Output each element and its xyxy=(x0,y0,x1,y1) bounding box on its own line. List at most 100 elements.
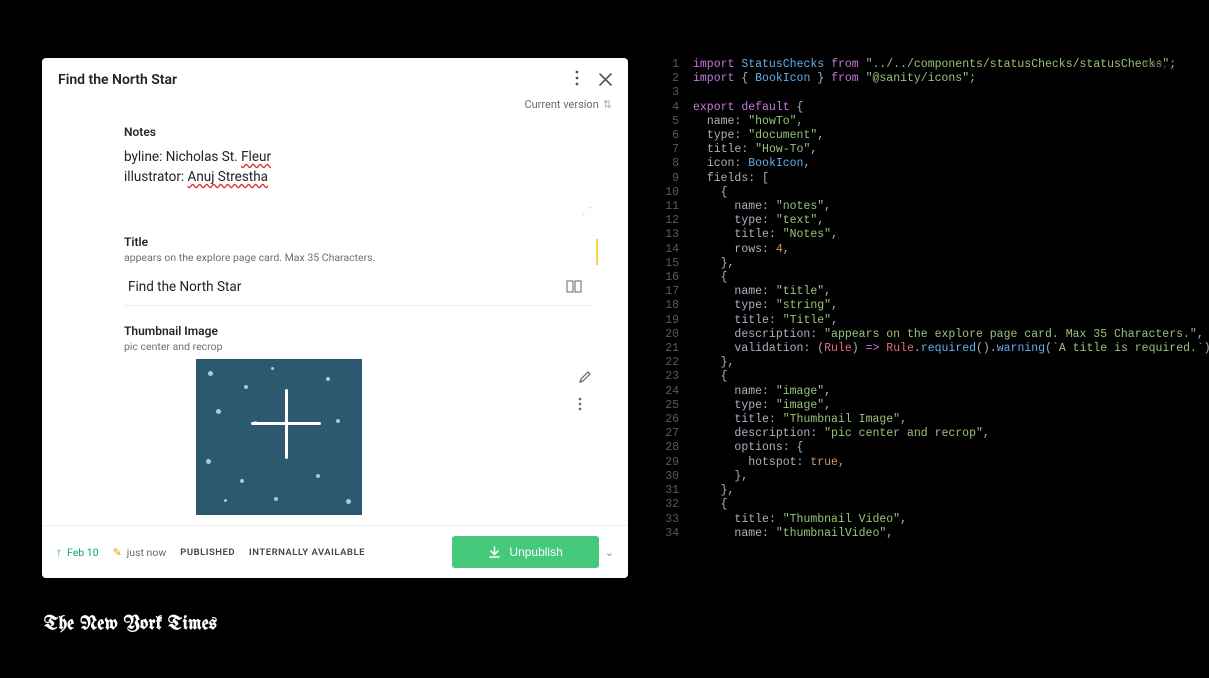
notes-textarea[interactable]: byline: Nicholas St. Fleur illustrator: … xyxy=(124,147,592,188)
close-icon[interactable] xyxy=(599,71,612,90)
line-number: 3 xyxy=(665,86,693,100)
field-label: Title xyxy=(124,235,592,249)
line-number: 6 xyxy=(665,129,693,143)
line-number: 22 xyxy=(665,356,693,370)
line-number: 19 xyxy=(665,314,693,328)
line-number: 32 xyxy=(665,498,693,512)
line-number: 28 xyxy=(665,441,693,455)
last-edited[interactable]: ✎ just now xyxy=(113,546,167,559)
line-number: 30 xyxy=(665,470,693,484)
code-line[interactable]: 34 name: "thumbnailVideo", xyxy=(665,527,1175,541)
line-number: 26 xyxy=(665,413,693,427)
code-line[interactable]: 19 title: "Title", xyxy=(665,314,1175,328)
resize-handle-icon[interactable]: ⋰ xyxy=(124,206,592,217)
thumbnail-preview[interactable] xyxy=(196,359,362,515)
version-selector[interactable]: Current version⇅ xyxy=(42,98,628,119)
line-number: 18 xyxy=(665,299,693,313)
more-menu-icon[interactable] xyxy=(575,70,579,90)
code-line[interactable]: 16 { xyxy=(665,271,1175,285)
document-title: Find the North Star xyxy=(58,72,575,88)
line-number: 2 xyxy=(665,72,693,86)
line-number: 14 xyxy=(665,243,693,257)
code-line[interactable]: 23 { xyxy=(665,370,1175,384)
sort-icon: ⇅ xyxy=(603,98,612,111)
code-line[interactable]: 22 }, xyxy=(665,356,1175,370)
git-blame: You, xyxy=(1143,58,1169,72)
line-number: 20 xyxy=(665,328,693,342)
book-icon[interactable] xyxy=(566,278,582,297)
line-number: 12 xyxy=(665,214,693,228)
line-number: 1 xyxy=(665,58,693,72)
arrow-up-icon: ↑ xyxy=(56,545,62,559)
code-line[interactable]: 3 xyxy=(665,86,1175,100)
code-line[interactable]: 13 title: "Notes", xyxy=(665,228,1175,242)
code-line[interactable]: 12 type: "text", xyxy=(665,214,1175,228)
studio-footer: ↑ Feb 10 ✎ just now PUBLISHED INTERNALLY… xyxy=(42,525,628,578)
line-number: 23 xyxy=(665,370,693,384)
line-number: 31 xyxy=(665,484,693,498)
line-number: 7 xyxy=(665,143,693,157)
line-number: 10 xyxy=(665,186,693,200)
more-menu-icon[interactable] xyxy=(578,396,592,415)
code-editor[interactable]: You, 1import StatusChecks from "../../co… xyxy=(665,58,1175,548)
code-line[interactable]: 11 name: "notes", xyxy=(665,200,1175,214)
code-line[interactable]: 18 type: "string", xyxy=(665,299,1175,313)
presence-indicator xyxy=(596,239,598,265)
code-line[interactable]: 2import { BookIcon } from "@sanity/icons… xyxy=(665,72,1175,86)
line-number: 21 xyxy=(665,342,693,356)
code-line[interactable]: 17 name: "title", xyxy=(665,285,1175,299)
notes-field: Notes byline: Nicholas St. Fleur illustr… xyxy=(124,125,592,217)
title-input[interactable]: Find the North Star xyxy=(124,270,592,306)
line-number: 5 xyxy=(665,115,693,129)
line-number: 16 xyxy=(665,271,693,285)
code-line[interactable]: 6 type: "document", xyxy=(665,129,1175,143)
line-number: 17 xyxy=(665,285,693,299)
code-line[interactable]: 10 { xyxy=(665,186,1175,200)
title-field: Title appears on the explore page card. … xyxy=(124,235,592,306)
code-line[interactable]: 14 rows: 4, xyxy=(665,243,1175,257)
field-label: Notes xyxy=(124,125,592,139)
download-icon xyxy=(488,546,501,559)
edit-icon[interactable] xyxy=(578,369,592,388)
field-description: pic center and recrop xyxy=(124,340,592,353)
line-number: 33 xyxy=(665,513,693,527)
code-line[interactable]: 32 { xyxy=(665,498,1175,512)
published-badge: PUBLISHED xyxy=(180,547,235,558)
code-line[interactable]: 28 options: { xyxy=(665,441,1175,455)
code-line[interactable]: 25 type: "image", xyxy=(665,399,1175,413)
line-number: 34 xyxy=(665,527,693,541)
code-line[interactable]: 7 title: "How-To", xyxy=(665,143,1175,157)
line-number: 15 xyxy=(665,257,693,271)
code-line[interactable]: 33 title: "Thumbnail Video", xyxy=(665,513,1175,527)
field-label: Thumbnail Image xyxy=(124,324,592,338)
line-number: 25 xyxy=(665,399,693,413)
chevron-down-icon[interactable]: ⌄ xyxy=(605,546,614,559)
line-number: 8 xyxy=(665,157,693,171)
code-line[interactable]: 8 icon: BookIcon, xyxy=(665,157,1175,171)
internal-badge: INTERNALLY AVAILABLE xyxy=(249,547,365,558)
field-description: appears on the explore page card. Max 35… xyxy=(124,251,592,264)
line-number: 24 xyxy=(665,385,693,399)
studio-panel: Find the North Star Current version⇅ Not… xyxy=(42,58,628,578)
publish-date[interactable]: ↑ Feb 10 xyxy=(56,545,99,559)
code-line[interactable]: 29 hotspot: true, xyxy=(665,456,1175,470)
code-line[interactable]: 4export default { xyxy=(665,101,1175,115)
nyt-logo: The New York Times xyxy=(44,614,217,634)
line-number: 9 xyxy=(665,172,693,186)
code-line[interactable]: 9 fields: [ xyxy=(665,172,1175,186)
line-number: 29 xyxy=(665,456,693,470)
code-line[interactable]: 26 title: "Thumbnail Image", xyxy=(665,413,1175,427)
code-line[interactable]: 20 description: "appears on the explore … xyxy=(665,328,1175,342)
studio-header: Find the North Star xyxy=(42,58,628,98)
unpublish-button[interactable]: Unpublish xyxy=(452,536,598,568)
thumbnail-image-field: Thumbnail Image pic center and recrop xyxy=(124,324,592,515)
code-line[interactable]: 24 name: "image", xyxy=(665,385,1175,399)
code-line[interactable]: 21 validation: (Rule) => Rule.required()… xyxy=(665,342,1175,356)
code-line[interactable]: 1import StatusChecks from "../../compone… xyxy=(665,58,1175,72)
code-line[interactable]: 5 name: "howTo", xyxy=(665,115,1175,129)
code-line[interactable]: 27 description: "pic center and recrop", xyxy=(665,427,1175,441)
code-line[interactable]: 15 }, xyxy=(665,257,1175,271)
code-line[interactable]: 30 }, xyxy=(665,470,1175,484)
line-number: 4 xyxy=(665,101,693,115)
code-line[interactable]: 31 }, xyxy=(665,484,1175,498)
